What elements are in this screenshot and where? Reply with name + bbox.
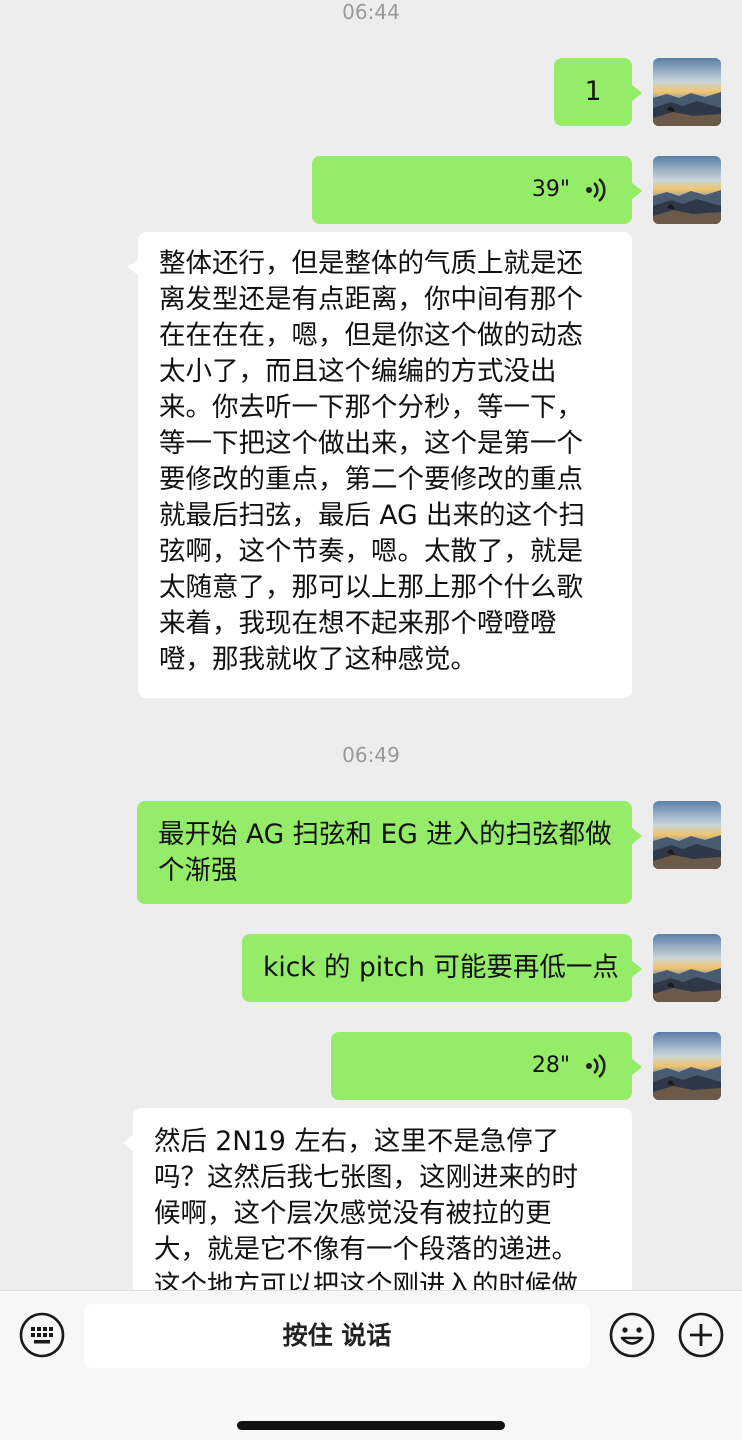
message-line: 这个地方可以把这个刚进入的时候做 [154,1270,578,1290]
message-text: kick 的 pitch 可能要再低一点 [263,952,619,983]
message-bubble-outgoing[interactable]: 1 [554,58,642,126]
voice-wave-icon [586,1053,606,1079]
message-line: 然后 2N19 左右，这里不是急停了 [154,1126,560,1157]
message-line: 太随意了，那可以上那上那个什么歌 [159,572,583,603]
message-line: 等一下把这个做出来，这个是第一个 [159,428,583,459]
voice-message-bubble[interactable]: 28" [331,1032,642,1100]
message-line: 太小了，而且这个编编的方式没出 [159,356,557,387]
message-line: 吗？这然后我七张图，这刚进来的时 [154,1162,578,1193]
message-bubble-outgoing[interactable]: 最开始 AG 扫弦和 EG 进入的扫弦都做 个渐强 [137,801,642,904]
keyboard-icon[interactable] [18,1311,66,1359]
voice-message-bubble[interactable]: 39" [312,156,642,224]
message-line: 候啊，这个层次感觉没有被拉的更 [154,1198,552,1229]
landscape-avatar[interactable] [653,934,721,1002]
landscape-avatar[interactable] [653,58,721,126]
landscape-avatar[interactable] [653,801,721,869]
voice-duration: 28" [531,1053,570,1078]
message-line: 来着，我现在想不起来那个噔噔噔 [159,608,557,639]
message-text: 1 [584,76,602,107]
voice-duration: 39" [531,177,570,202]
home-indicator [237,1421,505,1430]
message-line: 在在在在，嗯，但是你这个做的动态 [159,320,583,351]
message-bubble-outgoing[interactable]: kick 的 pitch 可能要再低一点 [242,934,642,1002]
message-line: 噔，那我就收了这种感觉。 [159,644,477,675]
message-line: 整体还行，但是整体的气质上就是还 [159,248,583,279]
message-line: 最开始 AG 扫弦和 EG 进入的扫弦都做 [158,819,612,850]
message-line: 来。你去听一下那个分秒，等一下， [159,392,583,423]
message-line: 大，就是它不像有一个段落的递进。 [154,1234,578,1265]
timestamp: 06:49 [342,743,400,767]
emoji-icon[interactable] [608,1311,656,1359]
landscape-avatar[interactable] [653,156,721,224]
hold-to-talk-button[interactable]: 按住 说话 [84,1304,590,1368]
plus-icon[interactable] [677,1311,725,1359]
message-line: 要修改的重点，第二个要修改的重点 [159,464,583,495]
chat-area[interactable]: 06:44 1 39" 整体还行，但是整体的气质上就是还 离发型还是有点距离，你… [0,0,742,1290]
message-line: 弦啊，这个节奏，嗯。太散了，就是 [159,536,583,567]
message-bubble-incoming[interactable]: 然后 2N19 左右，这里不是急停了 吗？这然后我七张图，这刚进来的时 候啊，这… [123,1108,632,1290]
message-line: 就最后扫弦，最后 AG 出来的这个扫 [159,500,586,531]
message-line: 离发型还是有点距离，你中间有那个 [159,284,583,315]
message-bubble-incoming[interactable]: 整体还行，但是整体的气质上就是还 离发型还是有点距离，你中间有那个 在在在在，嗯… [128,232,632,698]
voice-wave-icon [586,177,606,203]
timestamp: 06:44 [342,0,400,24]
input-bar: 按住 说话 [0,1290,742,1440]
landscape-avatar[interactable] [653,1032,721,1100]
message-line: 个渐强 [158,855,238,886]
